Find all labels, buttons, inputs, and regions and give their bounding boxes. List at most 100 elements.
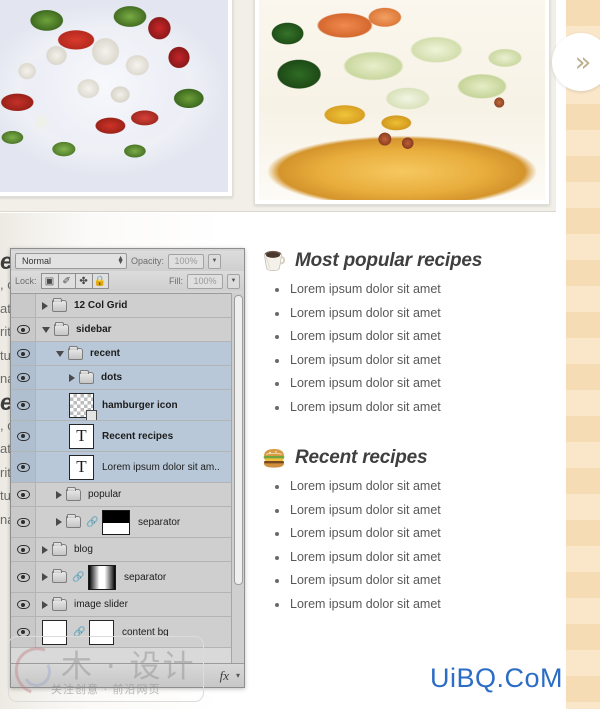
layer-name: separator <box>124 571 167 583</box>
lock-image-pixels-icon[interactable]: ✐ <box>57 273 75 289</box>
layer-row[interactable]: sidebar <box>11 318 244 342</box>
layer-list-scrollbar[interactable] <box>231 293 244 664</box>
list-item[interactable]: Lorem ipsum dolor sit amet <box>262 325 552 349</box>
layer-options-row-blend: Normal ▲ ▼ Opacity: 100% ▼ <box>11 251 244 271</box>
layer-styles-fx-button[interactable]: fx <box>220 668 229 684</box>
page-gutter <box>556 0 566 709</box>
layer-row[interactable]: image slider <box>11 593 244 617</box>
link-mask-icon[interactable]: 🔗 <box>86 516 98 529</box>
blend-mode-select[interactable]: Normal ▲ ▼ <box>15 253 127 269</box>
layer-options-row-lock: Lock: ▣ ✐ ✤ 🔒 Fill: 100% ▼ <box>11 271 244 291</box>
layer-visibility-toggle[interactable] <box>11 507 36 537</box>
list-item[interactable]: Lorem ipsum dolor sit amet <box>262 569 552 593</box>
chevron-right-icon[interactable] <box>42 600 48 609</box>
eye-icon <box>16 517 30 527</box>
eye-icon <box>16 627 30 637</box>
chevron-right-icon[interactable] <box>42 573 48 581</box>
layer-visibility-toggle[interactable] <box>11 421 36 451</box>
layer-visibility-toggle[interactable] <box>11 617 36 647</box>
greek-salad-photo-image <box>0 0 228 192</box>
list-item[interactable]: Lorem ipsum dolor sit amet <box>262 372 552 396</box>
scrollbar-thumb[interactable] <box>234 295 243 585</box>
layer-row[interactable]: hamburger icon <box>11 390 244 421</box>
layer-visibility-toggle[interactable] <box>11 538 36 561</box>
recent-recipes-list: Lorem ipsum dolor sit amet Lorem ipsum d… <box>262 475 552 616</box>
layer-name: image slider <box>74 599 128 610</box>
link-mask-icon[interactable]: 🔗 <box>72 571 84 584</box>
layer-row[interactable]: 12 Col Grid <box>11 294 244 318</box>
layer-visibility-toggle[interactable] <box>11 483 36 506</box>
lock-all-icon[interactable]: 🔒 <box>91 273 109 289</box>
layer-visibility-toggle[interactable] <box>11 342 36 365</box>
list-item[interactable]: Lorem ipsum dolor sit amet <box>262 522 552 546</box>
chevron-down-icon[interactable] <box>56 350 64 357</box>
layer-visibility-toggle[interactable] <box>11 366 36 389</box>
layer-mask-thumbnail <box>88 564 116 590</box>
layer-visibility-toggle[interactable] <box>11 562 36 592</box>
chevron-double-right-icon: » <box>574 46 592 78</box>
layer-visibility-toggle[interactable] <box>11 452 36 482</box>
tostada-photo[interactable] <box>254 0 550 205</box>
list-item[interactable]: Lorem ipsum dolor sit amet <box>262 302 552 326</box>
layer-row[interactable]: 🔗 content bg <box>11 617 244 648</box>
eye-icon <box>16 431 30 441</box>
lock-button-group: ▣ ✐ ✤ 🔒 <box>40 273 109 289</box>
layer-visibility-toggle[interactable] <box>11 390 36 420</box>
layer-list[interactable]: 12 Col Grid sidebar recent dots hamburge… <box>11 293 244 664</box>
list-item[interactable]: Lorem ipsum dolor sit amet <box>262 593 552 617</box>
eye-icon <box>16 600 30 609</box>
eye-icon <box>16 400 30 410</box>
chevron-right-icon[interactable] <box>42 301 48 310</box>
layer-visibility-toggle[interactable] <box>11 593 36 616</box>
layer-visibility-toggle[interactable] <box>11 318 36 341</box>
lock-transparent-pixels-icon[interactable]: ▣ <box>40 273 58 289</box>
layer-row[interactable]: 🔗 separator <box>11 562 244 593</box>
section-header-recent: Recent recipes <box>262 447 552 469</box>
chevron-right-icon[interactable] <box>69 373 75 382</box>
link-mask-icon[interactable]: 🔗 <box>73 626 85 639</box>
eye-icon <box>16 545 30 554</box>
striped-background-column <box>566 0 600 709</box>
folder-icon <box>68 345 83 360</box>
layer-row[interactable]: dots <box>11 366 244 390</box>
opacity-slider-caret[interactable]: ▼ <box>208 253 222 269</box>
chevron-right-icon[interactable] <box>42 545 48 554</box>
blend-mode-value: Normal <box>22 256 52 266</box>
fill-input[interactable]: 100% <box>187 273 223 289</box>
list-item[interactable]: Lorem ipsum dolor sit amet <box>262 349 552 373</box>
layer-row[interactable]: recent <box>11 342 244 366</box>
eye-icon <box>16 373 30 382</box>
chevron-right-icon[interactable] <box>56 518 62 526</box>
photoshop-layers-panel[interactable]: Normal ▲ ▼ Opacity: 100% ▼ Lock: ▣ ✐ ✤ 🔒 … <box>10 248 245 688</box>
lock-position-icon[interactable]: ✤ <box>74 273 92 289</box>
layer-name: recent <box>90 348 121 359</box>
chevron-down-icon[interactable] <box>42 326 50 333</box>
folder-icon <box>54 321 69 336</box>
layer-name: dots <box>101 372 123 383</box>
layer-visibility-toggle[interactable] <box>11 294 36 317</box>
folder-icon <box>52 596 67 611</box>
list-item[interactable]: Lorem ipsum dolor sit amet <box>262 499 552 523</box>
layer-row[interactable]: T Recent recipes <box>11 421 244 452</box>
layer-name: content bg <box>122 626 169 638</box>
layer-row[interactable]: T Lorem ipsum dolor sit am.. <box>11 452 244 483</box>
image-slider <box>0 0 556 212</box>
layer-name: 12 Col Grid <box>74 300 128 311</box>
chevron-down-icon[interactable]: ▾ <box>236 671 240 680</box>
list-item[interactable]: Lorem ipsum dolor sit amet <box>262 475 552 499</box>
layer-row[interactable]: 🔗 separator <box>11 507 244 538</box>
layer-name: Recent recipes <box>102 430 174 442</box>
layer-mask-thumbnail <box>89 619 114 645</box>
text-layer-thumbnail-icon: T <box>69 423 94 449</box>
folder-icon <box>79 369 94 384</box>
fill-slider-caret[interactable]: ▼ <box>227 273 240 289</box>
layer-row[interactable]: popular <box>11 483 244 507</box>
opacity-value: 100% <box>174 256 198 266</box>
list-item[interactable]: Lorem ipsum dolor sit amet <box>262 396 552 420</box>
list-item[interactable]: Lorem ipsum dolor sit amet <box>262 546 552 570</box>
chevron-right-icon[interactable] <box>56 490 62 499</box>
list-item[interactable]: Lorem ipsum dolor sit amet <box>262 278 552 302</box>
opacity-input[interactable]: 100% <box>168 253 205 269</box>
layer-row[interactable]: blog <box>11 538 244 562</box>
greek-salad-photo[interactable] <box>0 0 233 197</box>
